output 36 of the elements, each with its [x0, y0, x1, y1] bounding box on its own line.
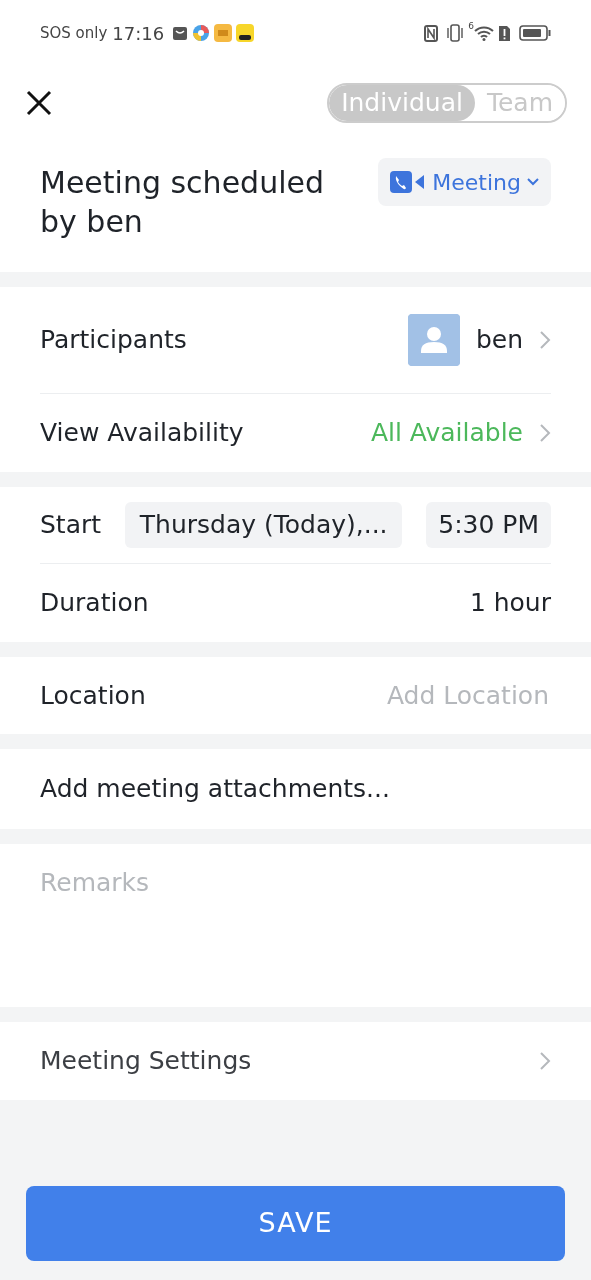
vibrate-icon: [446, 24, 465, 42]
chevron-icon: [539, 1051, 551, 1071]
chevron-icon: [539, 423, 551, 443]
participant-name: ben: [475, 324, 523, 357]
close-icon[interactable]: [26, 90, 52, 116]
bag-icon: [172, 25, 189, 41]
battery-icon: [519, 25, 551, 41]
duration-value[interactable]: 1 hour: [469, 584, 551, 622]
date-picker[interactable]: Thursday (Today),...: [125, 502, 403, 548]
clock: 17:16: [112, 21, 165, 46]
caret-icon: [527, 178, 539, 186]
nfc-icon: [424, 24, 439, 42]
start-label: Start: [40, 509, 102, 542]
remarks-field[interactable]: Remarks: [0, 844, 591, 1007]
wifi-icon: [474, 25, 494, 41]
duration-label: Duration: [40, 587, 149, 620]
participants-row[interactable]: Participants ben: [40, 287, 551, 394]
chevron-icon: [539, 330, 551, 350]
meeting-type-button[interactable]: Meeting: [378, 158, 551, 206]
avatar-icon: [407, 314, 460, 366]
network-label: 6: [468, 20, 474, 33]
video-call-icon: [390, 171, 427, 193]
availability-row[interactable]: View Availability All Available: [40, 394, 551, 472]
carrier-text: SOS only: [40, 22, 108, 44]
app-icon: [236, 24, 255, 42]
availability-status: All Available: [370, 417, 523, 450]
location-label: Location: [40, 679, 146, 712]
save-button[interactable]: SAVE: [26, 1186, 565, 1261]
meeting-title[interactable]: Meeting scheduled by ben: [40, 163, 340, 241]
sim-alert-icon: [498, 24, 511, 42]
time-picker[interactable]: 5:30 PM: [426, 502, 551, 548]
app-icon: [192, 24, 211, 42]
participants-label: Participants: [40, 324, 187, 357]
availability-label: View Availability: [40, 417, 244, 450]
app-icon: [214, 24, 233, 42]
settings-label: Meeting Settings: [40, 1045, 252, 1078]
